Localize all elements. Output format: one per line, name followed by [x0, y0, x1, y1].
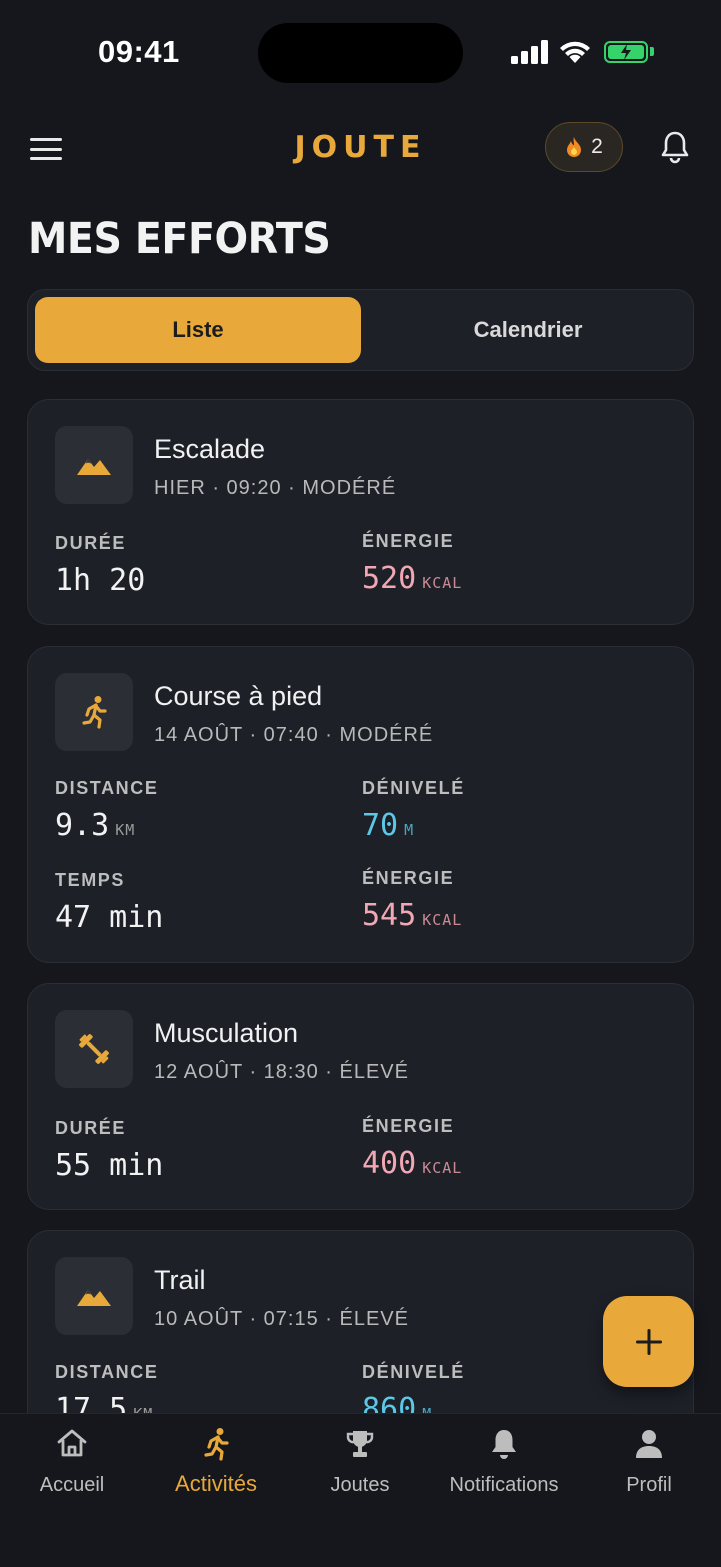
nav-label: Accueil	[39, 1474, 105, 1496]
stat-label: DURÉE	[55, 1118, 127, 1138]
stat-value-elevation: 70 M	[362, 808, 415, 843]
stat-value-energy: 545 KCAL	[362, 898, 463, 933]
cellular-signal-icon	[511, 40, 548, 64]
activity-title: Trail	[154, 1265, 206, 1295]
stat-value-energy: 400 KCAL	[362, 1146, 463, 1181]
streak-badge[interactable]: 2	[545, 122, 623, 172]
bottom-nav: Accueil Activités Joutes Notifications P…	[0, 1413, 721, 1567]
page-title: MES EFFORTS	[28, 214, 331, 264]
streak-count: 2	[591, 135, 603, 158]
nav-label: Profil	[626, 1474, 672, 1496]
bell-icon[interactable]	[660, 130, 690, 164]
activity-card[interactable]: Course à pied 14 AOÛT · 07:40 · MODÉRÉ D…	[27, 646, 694, 963]
battery-icon	[604, 41, 648, 63]
stat-value: 9.3 KM	[55, 808, 136, 843]
nav-label: Joutes	[330, 1474, 390, 1496]
dynamic-island	[258, 23, 463, 83]
stat-label: DÉNIVELÉ	[362, 1362, 465, 1382]
dumbbell-icon	[79, 1034, 109, 1064]
runner-icon	[82, 696, 107, 729]
stat-value: 55 min	[55, 1148, 164, 1183]
activity-meta: 10 AOÛT · 07:15 · ÉLEVÉ	[154, 1308, 409, 1330]
wifi-icon	[560, 41, 590, 63]
activity-meta: 12 AOÛT · 18:30 · ÉLEVÉ	[154, 1061, 409, 1083]
activity-card[interactable]: Escalade HIER · 09:20 · MODÉRÉ DURÉE 1h …	[27, 399, 694, 625]
stat-label: DISTANCE	[55, 778, 159, 798]
activity-title: Musculation	[154, 1018, 299, 1048]
nav-label: Notifications	[449, 1474, 559, 1496]
stat-value: 1h 20	[55, 563, 146, 598]
add-activity-button[interactable]	[603, 1296, 694, 1387]
activity-title: Course à pied	[154, 681, 323, 711]
flame-icon	[567, 137, 582, 157]
stat-value-energy: 520 KCAL	[362, 561, 463, 596]
stat-label: ÉNERGIE	[362, 531, 455, 551]
status-time: 09:41	[98, 34, 180, 69]
plus-icon	[635, 1328, 662, 1355]
stat-label: TEMPS	[55, 870, 126, 890]
runner-icon	[204, 1428, 229, 1461]
stat-label: ÉNERGIE	[362, 1116, 455, 1136]
stat-label: DISTANCE	[55, 1362, 159, 1382]
activity-card[interactable]: Musculation 12 AOÛT · 18:30 · ÉLEVÉ DURÉ…	[27, 983, 694, 1210]
home-icon	[57, 1429, 87, 1457]
activity-meta: 14 AOÛT · 07:40 · MODÉRÉ	[154, 724, 434, 746]
nav-label: Activités	[175, 1471, 257, 1496]
trophy-icon	[346, 1431, 374, 1457]
stat-label: ÉNERGIE	[362, 868, 455, 888]
user-icon	[636, 1430, 662, 1458]
activity-title: Escalade	[154, 434, 266, 464]
tab-liste[interactable]: Liste	[35, 297, 361, 363]
tab-calendrier[interactable]: Calendrier	[368, 297, 688, 363]
mountain-icon	[77, 1290, 111, 1306]
stat-label: DÉNIVELÉ	[362, 778, 465, 798]
bell-icon	[492, 1430, 516, 1459]
mountain-icon	[77, 459, 111, 475]
stat-label: DURÉE	[55, 533, 127, 553]
activity-meta: HIER · 09:20 · MODÉRÉ	[154, 477, 397, 499]
view-toggle: Liste Calendrier	[27, 289, 694, 371]
stat-value: 47 min	[55, 900, 164, 935]
